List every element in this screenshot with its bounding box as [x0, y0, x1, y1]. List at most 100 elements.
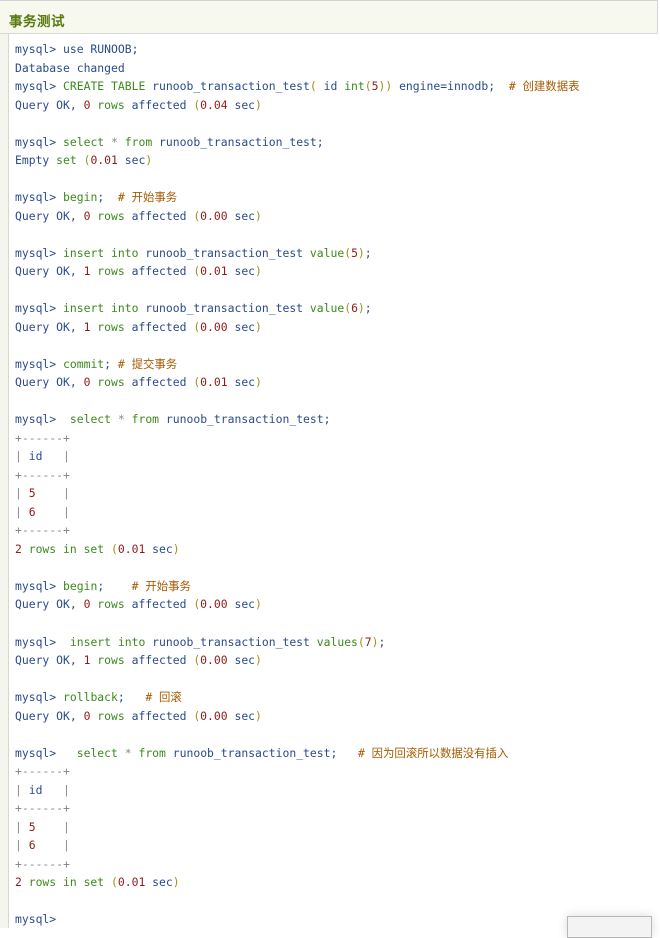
code-token-kw: rows: [90, 597, 125, 612]
code-token-punc: ): [172, 541, 180, 556]
code-token-plain: id: [28, 782, 43, 797]
code-token-com: # 回滚: [145, 690, 182, 705]
code-token-gray: |: [35, 486, 70, 501]
code-token-num: 0.00: [200, 653, 228, 668]
code-token-plain: engine=innodb;: [392, 79, 509, 94]
code-token-num: 5: [351, 245, 358, 260]
code-token-gray: |: [35, 504, 70, 519]
code-line: 2 rows in set (0.01 sec): [15, 540, 579, 559]
code-token-plain: ;: [104, 356, 118, 371]
code-token-punc: (: [111, 875, 118, 890]
code-line: mysql> CREATE TABLE runoob_transaction_t…: [15, 77, 579, 96]
code-token-plain: affected: [124, 97, 194, 112]
code-line: mysql> begin; # 开始事务: [15, 188, 579, 207]
code-line: | 5 |: [15, 484, 579, 503]
code-token-kw: from: [138, 745, 166, 760]
code-token-plain: mysql>: [15, 301, 64, 316]
code-token-gray: +------+: [15, 856, 70, 871]
code-token-plain: mysql>: [15, 690, 64, 705]
code-token-punc: (: [364, 79, 372, 94]
code-line: mysql> rollback; # 回滚: [15, 688, 579, 707]
code-line: +------+: [15, 762, 579, 781]
code-token-kw: rows: [90, 208, 125, 223]
code-token-com: # 因为回滚所以数据没有插入: [357, 745, 509, 760]
code-token-plain: affected: [124, 319, 194, 334]
code-token-gray: |: [35, 819, 70, 834]
code-token-plain: affected: [124, 708, 194, 723]
code-token-punc: ): [371, 634, 379, 649]
section-title: 事务测试: [9, 14, 65, 30]
code-token-plain: sec: [227, 708, 256, 723]
code-token-kw: select: [69, 412, 112, 427]
code-line: +------+: [15, 799, 579, 818]
code-line: mysql> begin; # 开始事务: [15, 577, 579, 596]
code-token-plain: Query OK,: [15, 708, 84, 723]
code-token-plain: runoob_transaction_test;: [152, 134, 324, 149]
code-token-plain: affected: [124, 597, 194, 612]
code-line: +------+: [15, 855, 579, 874]
code-token-num: 5: [371, 79, 379, 94]
code-line: mysql> insert into runoob_transaction_te…: [15, 633, 579, 652]
code-token-plain: ;: [97, 578, 132, 593]
code-token-plain: mysql>: [15, 412, 70, 427]
code-token-plain: sec: [227, 375, 256, 390]
code-token-com: # 提交事务: [117, 356, 178, 371]
code-line: +------+: [15, 466, 579, 485]
code-token-gray: |: [15, 782, 29, 797]
code-token-kw: rows: [90, 264, 125, 279]
code-token-kw: begin: [63, 578, 98, 593]
code-token-num: 7: [364, 634, 372, 649]
code-token-kw: insert into: [63, 301, 139, 316]
code-token-plain: Query OK,: [15, 375, 84, 390]
code-line: Query OK, 1 rows affected (0.00 sec): [15, 318, 579, 337]
code-token-punc: ): [255, 597, 262, 612]
code-token-kw: set: [56, 153, 77, 168]
code-line: Query OK, 0 rows affected (0.00 sec): [15, 707, 579, 726]
code-token-num: 0.00: [200, 597, 228, 612]
code-token-plain: ;: [364, 245, 372, 260]
code-token-com: # 开始事务: [131, 578, 191, 593]
code-token-num: 0.01: [200, 264, 228, 279]
code-token-plain: runoob_transaction_test: [145, 634, 317, 649]
code-token-punc: ): [357, 301, 365, 316]
code-token-num: 2: [15, 875, 22, 890]
code-token-num: 5: [28, 819, 36, 834]
code-token-plain: sec: [117, 153, 146, 168]
code-token-plain: Query OK,: [15, 653, 84, 668]
code-line: Empty set (0.01 sec): [15, 151, 579, 170]
code-token-plain: sec: [227, 653, 256, 668]
code-token-punc: (: [309, 79, 317, 94]
code-token-plain: mysql>: [15, 245, 64, 260]
code-token-punc: (: [357, 634, 365, 649]
code-line: | 6 |: [15, 836, 579, 855]
code-token-punc: ): [255, 708, 262, 723]
code-token-plain: id: [28, 449, 43, 464]
code-line: Query OK, 0 rows affected (0.00 sec): [15, 207, 579, 226]
mysql-session-transcript: mysql> use RUNOOB; Database changed mysql>…: [15, 40, 579, 929]
code-line: | 6 |: [15, 503, 579, 522]
code-token-punc: ): [357, 245, 365, 260]
code-token-gray: |: [15, 486, 29, 501]
code-token-plain: mysql>: [15, 578, 64, 593]
code-token-punc: ): [172, 875, 180, 890]
code-token-plain: Query OK,: [15, 597, 84, 612]
code-line: mysql>: [15, 910, 579, 929]
code-block: mysql> use RUNOOB; Database changed mysql>…: [9, 36, 660, 928]
code-token-punc: (: [111, 541, 118, 556]
code-token-plain: runoob_transaction_test: [138, 245, 310, 260]
code-token-plain: ;: [97, 190, 118, 205]
code-token-plain: ;: [117, 690, 146, 705]
floating-popup[interactable]: [567, 916, 652, 938]
code-token-kw: insert into: [63, 245, 139, 260]
code-token-gray: |: [15, 819, 29, 834]
code-token-kw: rollback: [63, 690, 118, 705]
code-token-gray: +------+: [15, 523, 70, 538]
code-token-kw: commit: [63, 356, 105, 371]
code-token-num: 0.01: [200, 375, 228, 390]
code-token-gray: |: [15, 504, 29, 519]
